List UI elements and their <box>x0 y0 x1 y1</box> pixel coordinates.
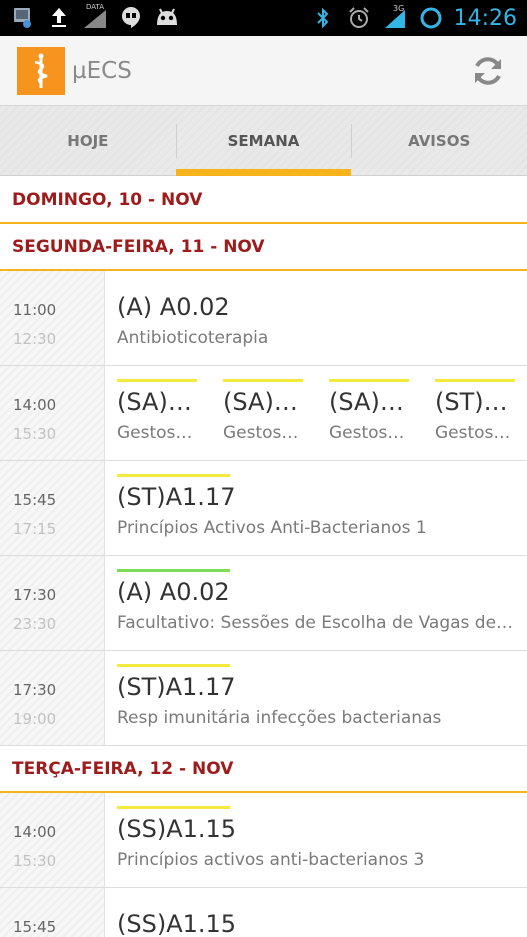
time-column: 15:4517:15 <box>0 888 105 937</box>
event-item[interactable]: (ST)A1.17 Gestos e técnicas <box>435 366 515 460</box>
status-clock: 14:26 <box>453 5 517 31</box>
event-title: Facultativo: Sessões de Escolha de Vagas… <box>117 613 515 633</box>
event-item[interactable]: (ST)A1.17 Princípios Activos Anti-Bacteri… <box>117 461 515 555</box>
time-slot-row: 15:45 17:15 (ST)A1.17 Princípios Activos An… <box>0 461 527 556</box>
start-time: 17:30 <box>13 681 57 699</box>
start-time: 14:00 <box>13 823 57 841</box>
start-time: 17:30 <box>13 586 57 604</box>
event-item[interactable]: (A) A0.02 Antibioticoterapia <box>117 271 515 365</box>
start-time: 11:00 <box>13 301 57 319</box>
events-container: (SS)A1.15 Princípios activos anti-bacteri… <box>105 793 527 887</box>
event-title: Gestos e técnicas <box>435 423 515 443</box>
end-time: 15:30 <box>13 852 57 870</box>
time-slot-row: 14:0015:30(SA)A1.21Gestos e técnicas(SA)… <box>0 366 527 461</box>
event-title: Gestos e técnicas <box>329 423 409 443</box>
event-room: (ST)A1.17 <box>435 388 515 416</box>
event-type-bar <box>117 806 230 809</box>
time-slot-row: 17:30 23:30 (A) A0.02 Facultativo: Sessões … <box>0 556 527 651</box>
event-title: Gestos e técnicas <box>223 423 303 443</box>
start-time: 14:00 <box>13 396 57 414</box>
day-header: TERÇA-FEIRA, 12 - NOV <box>0 746 527 793</box>
event-title: Gestos e técnicas <box>117 423 197 443</box>
events-container: (ST)A1.17 Resp imunitária infecções bacte… <box>105 651 527 745</box>
start-time: 15:45 <box>13 491 57 509</box>
start-time: 15:45 <box>13 918 57 936</box>
end-time: 12:30 <box>13 330 57 348</box>
event-item[interactable]: (A) A0.02 Facultativo: Sessões de Escolha… <box>117 556 515 650</box>
schedule-list[interactable]: DOMINGO, 10 - NOV SEGUNDA-FEIRA, 11 - NOV… <box>0 177 527 937</box>
event-room: (SA)A1.22 <box>223 388 303 416</box>
event-room: (SS)A1.15 <box>117 910 237 937</box>
event-type-bar <box>117 379 197 382</box>
event-room: (SS)A1.15 <box>117 815 237 843</box>
event-item[interactable]: (ST)A1.17 Resp imunitária infecções bacte… <box>117 651 515 745</box>
usb-storage-icon <box>10 4 36 30</box>
event-room: (A) A0.02 <box>117 578 230 606</box>
day-header: DOMINGO, 10 - NOV <box>0 177 527 224</box>
event-room: (ST)A1.17 <box>117 673 236 701</box>
alarm-icon <box>346 5 372 31</box>
day-header: SEGUNDA-FEIRA, 11 - NOV <box>0 224 527 271</box>
refresh-icon <box>475 57 501 85</box>
event-title: Princípios activos anti-bacterianos 3 <box>117 850 425 870</box>
tab-avisos[interactable]: AVISOS <box>351 106 527 175</box>
end-time: 23:30 <box>13 615 57 633</box>
event-type-bar <box>117 474 230 477</box>
event-item[interactable]: (SA)A1.21 Gestos e técnicas <box>117 366 197 460</box>
event-title: Antibioticoterapia <box>117 328 269 348</box>
data-label: DATA <box>86 3 105 11</box>
event-type-bar <box>117 569 230 572</box>
end-time: 15:30 <box>13 425 57 443</box>
end-time: 17:15 <box>13 520 57 538</box>
events-container: (A) A0.02 Antibioticoterapia <box>105 271 527 365</box>
event-room: (SA)A1.23 <box>329 388 409 416</box>
event-room: (SA)A1.21 <box>117 388 197 416</box>
app-logo[interactable] <box>17 47 65 95</box>
event-type-bar <box>223 379 303 382</box>
event-title: Resp imunitária infecções bacterianas <box>117 708 442 728</box>
refresh-button[interactable] <box>469 52 507 90</box>
tab-semana[interactable]: SEMANA <box>175 106 352 176</box>
event-room: (ST)A1.17 <box>117 483 236 511</box>
event-item[interactable]: (SA)A1.23 Gestos e técnicas <box>329 366 409 460</box>
time-column: 17:30 23:30 <box>0 556 105 650</box>
events-container: (SS)A1.15 <box>105 888 527 937</box>
event-item[interactable]: (SS)A1.15 <box>117 888 515 937</box>
event-title: Princípios Activos Anti-Bacterianos 1 <box>117 518 427 538</box>
caduceus-icon <box>34 53 48 88</box>
bluetooth-icon <box>310 5 336 31</box>
action-bar: µECS <box>0 36 527 106</box>
upload-icon <box>46 4 72 30</box>
time-column: 17:30 19:00 <box>0 651 105 745</box>
event-item[interactable]: (SS)A1.15 Princípios activos anti-bacteri… <box>117 793 515 887</box>
events-container: (SA)A1.21 Gestos e técnicas (SA)A1.22 Gesto… <box>105 366 527 460</box>
event-type-bar <box>329 379 409 382</box>
status-bar: DATA 14:26 3G <box>0 0 527 36</box>
end-time: 19:00 <box>13 710 57 728</box>
android-icon <box>154 4 180 30</box>
time-slot-row: 15:4517:15 (SS)A1.15 <box>0 888 527 937</box>
battery-ring-icon <box>418 5 444 31</box>
time-column: 11:00 12:30 <box>0 271 105 365</box>
events-container: (A) A0.02 Facultativo: Sessões de Escolha… <box>105 556 527 650</box>
events-container: (ST)A1.17 Princípios Activos Anti-Bacteri… <box>105 461 527 555</box>
event-item[interactable]: (SA)A1.22 Gestos e técnicas <box>223 366 303 460</box>
hangouts-icon <box>118 4 144 30</box>
tab-hoje[interactable]: HOJE <box>0 106 176 175</box>
event-type-bar <box>117 664 230 667</box>
time-column: 15:45 17:15 <box>0 461 105 555</box>
app-title: µECS <box>72 58 132 84</box>
tab-bar: HOJE SEMANA AVISOS <box>0 106 527 176</box>
network-type-label: 3G <box>393 4 405 13</box>
time-slot-row: 14:00 15:30 (SS)A1.15 Princípios activos an… <box>0 793 527 888</box>
event-room: (A) A0.02 <box>117 293 230 321</box>
time-column: 14:00 15:30 <box>0 793 105 887</box>
system-icons: 14:26 <box>310 0 517 36</box>
time-slot-row: 17:30 19:00 (ST)A1.17 Resp imunitária infec… <box>0 651 527 746</box>
time-column: 14:00 15:30 <box>0 366 105 460</box>
event-type-bar <box>435 379 515 382</box>
time-slot-row: 11:00 12:30 (A) A0.02 Antibioticoterapia <box>0 271 527 366</box>
